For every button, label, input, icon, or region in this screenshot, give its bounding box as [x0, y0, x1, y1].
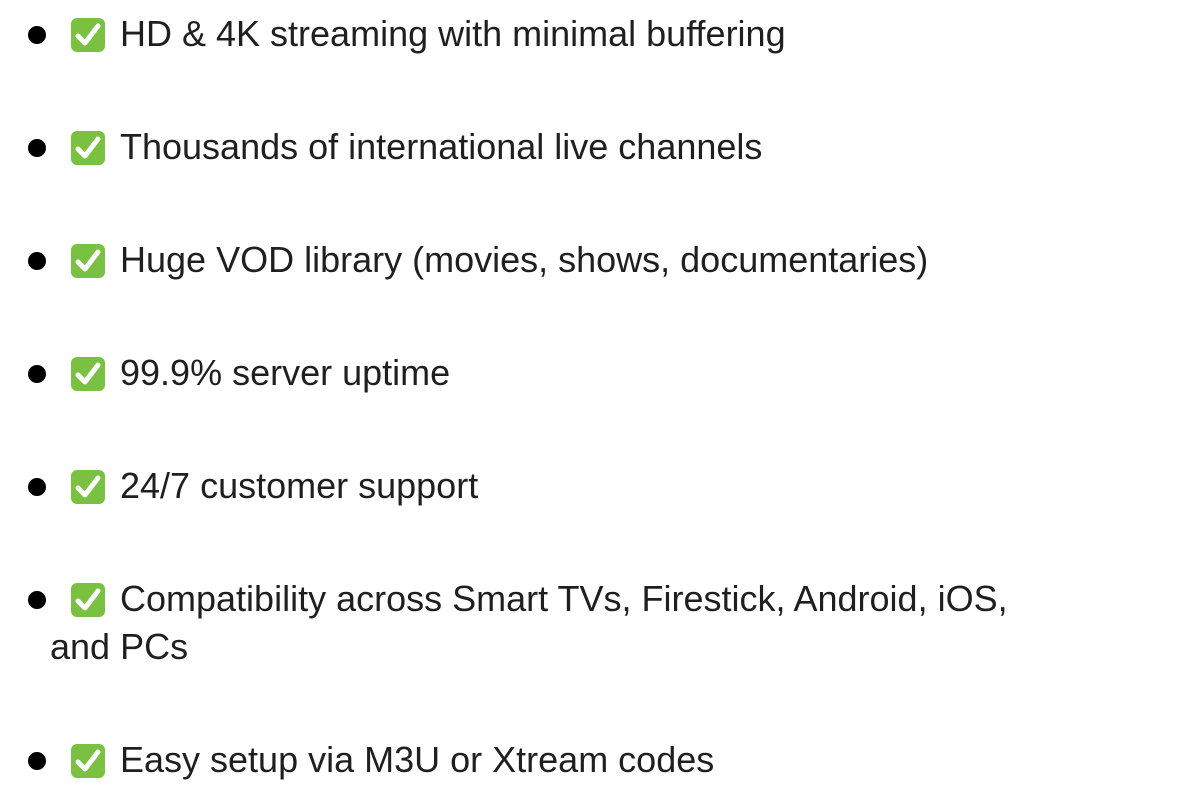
feature-text-continuation: and PCs [50, 626, 189, 667]
check-mark-button-icon [71, 470, 105, 504]
check-mark-button-icon [71, 744, 105, 778]
feature-text: 99.9% server uptime [120, 352, 451, 393]
check-mark-button-icon [71, 131, 105, 165]
check-mark-button-icon [71, 244, 105, 278]
feature-text: Compatibility across Smart TVs, Firestic… [120, 578, 1008, 619]
feature-text: Thousands of international live channels [120, 126, 763, 167]
bullet-icon [28, 478, 46, 496]
bullet-icon [28, 752, 46, 770]
bullet-icon [28, 26, 46, 44]
bullet-icon [28, 365, 46, 383]
bullet-icon [28, 252, 46, 270]
bullet-icon [28, 591, 46, 609]
feature-text: 24/7 customer support [120, 465, 479, 506]
check-mark-button-icon [71, 357, 105, 391]
check-mark-button-icon [71, 583, 105, 617]
feature-list: HD & 4K streaming with minimal buffering… [0, 0, 1180, 786]
feature-text: Huge VOD library (movies, shows, documen… [120, 239, 929, 280]
feature-text: Easy setup via M3U or Xtream codes [120, 739, 715, 780]
bullet-icon [28, 139, 46, 157]
feature-text: HD & 4K streaming with minimal buffering [120, 13, 786, 54]
check-mark-button-icon [71, 18, 105, 52]
